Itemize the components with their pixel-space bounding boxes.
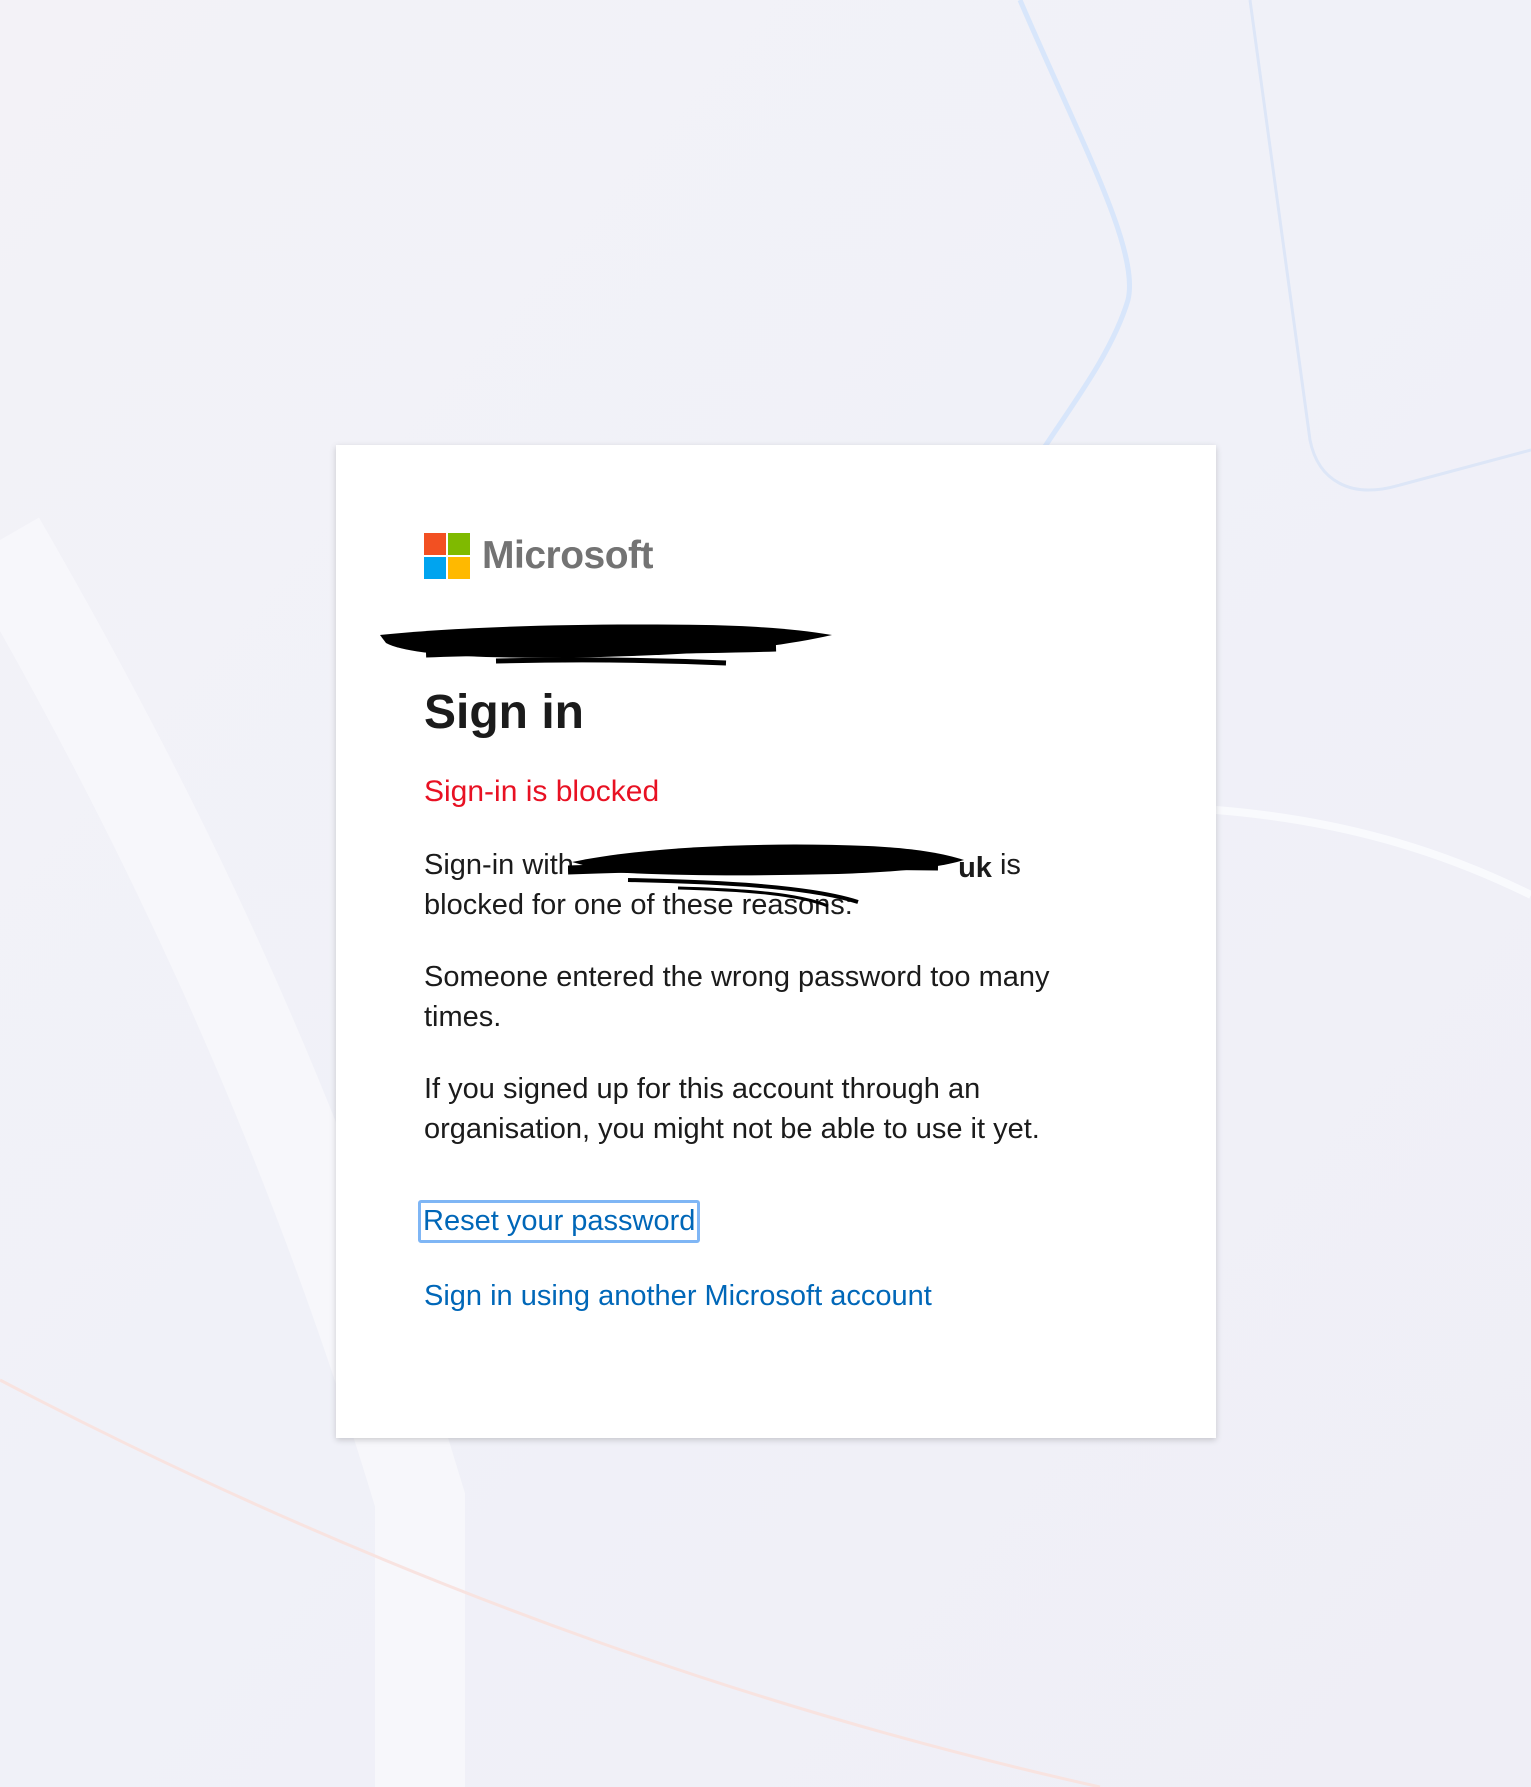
reason-wrong-password: Someone entered the wrong password too m… (424, 961, 1050, 1033)
sign-in-card: Microsoft Sign in Sign-in is blocked Sig… (336, 445, 1216, 1438)
error-message: Sign-in is blocked (424, 775, 660, 808)
redacted-email: uk (567, 844, 992, 908)
message-prefix: Sign-in with (424, 849, 574, 881)
other-account-link[interactable]: Sign in using another Microsoft account (424, 1280, 932, 1313)
microsoft-logo-icon (424, 533, 470, 579)
redacted-identity (376, 613, 836, 673)
blocked-description: Sign-in with uk is blocked for one of the… (424, 844, 1124, 925)
reset-password-link[interactable]: Reset your password (418, 1200, 701, 1243)
microsoft-wordmark: Microsoft (482, 534, 654, 577)
page-title: Sign in (424, 686, 584, 739)
microsoft-logo: Microsoft (424, 533, 654, 579)
reason-organisation: If you signed up for this account throug… (424, 1073, 1040, 1145)
